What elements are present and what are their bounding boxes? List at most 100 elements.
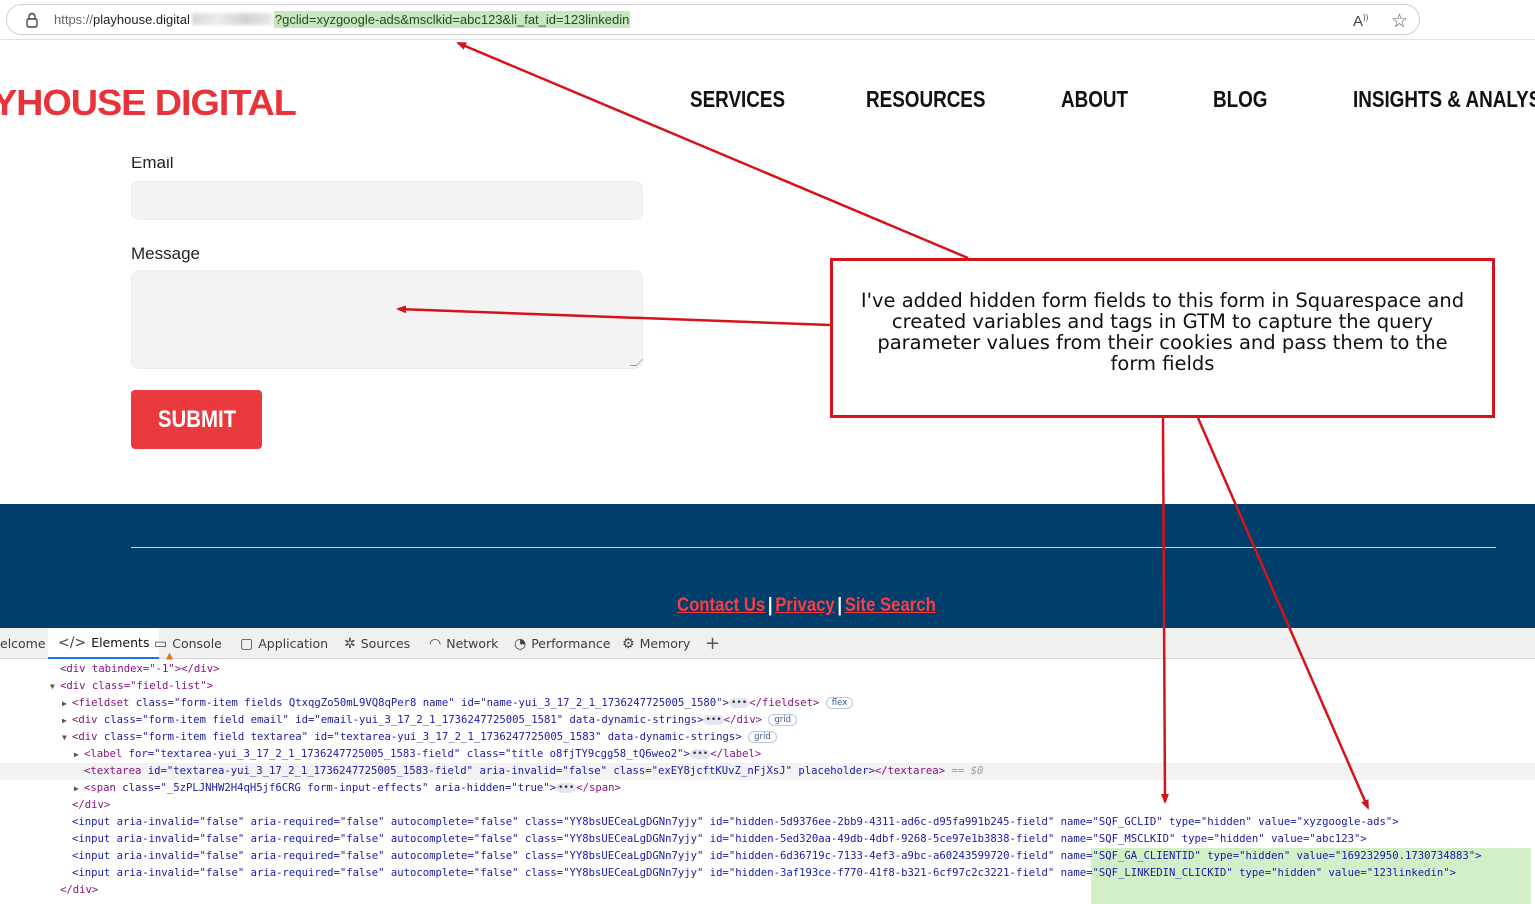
collapse-triangle-icon[interactable]: ▼ — [50, 678, 60, 695]
console-icon: ▭ — [154, 636, 173, 660]
dom-text: <input aria-invalid="false" aria-require… — [72, 867, 1061, 879]
dom-end: </fieldset> — [749, 697, 820, 709]
dom-node[interactable]: ▶ <div class="form-item field email" id="… — [0, 712, 1535, 729]
dom-attrs: class="_5zPLJNHW2H4qH5jf6CRG form-input-… — [115, 782, 556, 794]
expand-triangle-icon[interactable]: ▶ — [74, 780, 84, 797]
dom-highlight-text: name="SQF_GA_CLIENTID" type="hidden" val… — [1060, 850, 1482, 862]
ellipsis-icon[interactable]: ••• — [703, 715, 724, 725]
browser-toolbar: https://playhouse.digital ?gclid=xyzgoogl… — [0, 0, 1535, 40]
dom-end: </textarea> — [874, 765, 946, 777]
dom-attrs: for="textarea-yui_3_17_2_1_1736247725005… — [122, 748, 690, 760]
nav-blog[interactable]: BLOG — [1213, 86, 1267, 113]
tab-application[interactable]: ▢ Application — [240, 628, 328, 659]
tab-memory[interactable]: ⚙ Memory — [622, 628, 690, 659]
grid-badge[interactable]: grid — [768, 714, 798, 726]
dom-node[interactable]: </div> — [0, 882, 1535, 899]
footer-separator: | — [767, 595, 773, 616]
dom-highlight-text: name="SQF_GCLID" type="hidden" value="xy… — [1060, 816, 1399, 828]
ellipsis-icon[interactable]: ••• — [555, 783, 577, 793]
ellipsis-icon[interactable]: ••• — [689, 749, 711, 759]
dom-node[interactable]: ▼ <div class="field-list"> — [0, 678, 1535, 695]
gauge-icon: ◔ — [514, 635, 527, 652]
dom-node[interactable]: ▶ <label for="textarea-yui_3_17_2_1_17362… — [0, 746, 1535, 763]
footer-link-site-search[interactable]: Site Search — [845, 595, 936, 616]
dom-end: </label> — [710, 748, 762, 760]
address-bar[interactable]: https://playhouse.digital ?gclid=xyzgoogl… — [6, 4, 1420, 35]
dom-text: <input aria-invalid="false" aria-require… — [72, 850, 1061, 862]
tab-welcome-label: elcome — [0, 636, 46, 651]
dom-attrs: id="textarea-yui_3_17_2_1_1736247725005_… — [141, 765, 875, 777]
dom-node-hidden-input[interactable]: <input aria-invalid="false" aria-require… — [0, 848, 1535, 865]
footer-link-contact[interactable]: Contact Us — [677, 595, 765, 616]
collapse-triangle-icon[interactable]: ▼ — [62, 729, 72, 746]
dom-node[interactable]: <div tabindex="-1"></div> — [0, 661, 1535, 678]
flex-badge[interactable]: flex — [825, 697, 854, 709]
dom-node-hidden-input[interactable]: <input aria-invalid="false" aria-require… — [0, 831, 1535, 848]
dom-tag: <div — [72, 714, 98, 726]
nav-resources[interactable]: RESOURCES — [866, 86, 985, 113]
dom-text: <input aria-invalid="false" aria-require… — [72, 816, 1061, 828]
dom-text: <input aria-invalid="false" aria-require… — [72, 833, 1061, 845]
favorite-star-icon[interactable]: ☆ — [1391, 10, 1408, 33]
tab-performance[interactable]: ◔ Performance — [514, 628, 610, 659]
dom-node-selected[interactable]: <textarea id="textarea-yui_3_17_2_1_1736… — [0, 763, 1535, 780]
tab-network-label: Network — [446, 636, 499, 651]
email-field[interactable] — [131, 181, 643, 220]
message-textarea[interactable] — [131, 270, 644, 369]
annotation-text: I've added hidden form fields to this fo… — [860, 289, 1465, 375]
expand-triangle-icon[interactable]: ▶ — [62, 695, 72, 712]
nav-about[interactable]: ABOUT — [1061, 86, 1128, 113]
tab-welcome[interactable]: elcome — [0, 628, 46, 659]
dom-attrs: class="form-item fields QtxqgZo50mL9VQ8q… — [129, 697, 729, 709]
nav-services[interactable]: SERVICES — [690, 86, 785, 113]
dom-node[interactable]: ▼ <div class="form-item field textarea" i… — [0, 729, 1535, 746]
read-aloud-icon[interactable]: A)) — [1353, 13, 1368, 30]
dom-tag: <div — [72, 731, 98, 743]
footer-link-privacy[interactable]: Privacy — [775, 595, 835, 616]
tab-elements-label: Elements — [91, 635, 150, 650]
wifi-icon: ◠ — [429, 635, 442, 652]
devtools-tab-bar: elcome </> Elements ▭ Console ▢ Application… — [0, 628, 1535, 660]
dom-node[interactable]: ▶ <fieldset class="form-item fields Qtxqg… — [0, 695, 1535, 712]
grid-badge[interactable]: grid — [748, 731, 777, 743]
tab-sources-label: Sources — [360, 636, 411, 651]
warning-badge-icon — [166, 652, 173, 660]
submit-button[interactable]: SUBMIT — [131, 390, 262, 449]
tab-console[interactable]: ▭ Console — [154, 628, 222, 660]
expand-triangle-icon[interactable]: ▶ — [74, 746, 84, 763]
dom-node-hidden-input[interactable]: <input aria-invalid="false" aria-require… — [0, 865, 1535, 882]
tab-application-label: Application — [258, 636, 329, 651]
tab-elements[interactable]: </> Elements — [48, 628, 160, 659]
url-scheme: https:// — [54, 12, 94, 27]
tab-memory-label: Memory — [639, 636, 691, 651]
tab-performance-label: Performance — [531, 636, 611, 651]
dom-highlight-text: name="SQF_LINKEDIN_CLICKID" type="hidden… — [1060, 867, 1457, 879]
ellipsis-icon[interactable]: ••• — [728, 698, 750, 708]
redacted-url-path — [191, 13, 272, 25]
dom-highlight-text: name="SQF_MSCLKID" type="hidden" value="… — [1060, 833, 1367, 845]
add-tab-button[interactable]: + — [705, 628, 720, 659]
dom-tag: <textarea — [84, 765, 142, 777]
dom-text: </div> — [72, 799, 111, 811]
expand-triangle-icon[interactable]: ▶ — [62, 712, 72, 729]
dom-node-hidden-input[interactable]: <input aria-invalid="false" aria-require… — [0, 814, 1535, 831]
resize-handle-icon[interactable] — [629, 359, 644, 366]
url-text[interactable]: https://playhouse.digital ?gclid=xyzgoogl… — [54, 11, 631, 28]
dom-end: </span> — [576, 782, 621, 794]
message-label: Message — [131, 244, 200, 263]
tab-sources[interactable]: ✲ Sources — [344, 628, 410, 659]
email-label: Email — [131, 157, 174, 171]
application-icon: ▢ — [240, 635, 254, 652]
tab-network[interactable]: ◠ Network — [429, 628, 498, 659]
site-logo[interactable]: YHOUSE DIGITAL — [0, 82, 297, 124]
dom-node[interactable]: ▶ <span class="_5zPLJNHW2H4qH5jf6CRG form… — [0, 780, 1535, 797]
devtools-panel: elcome </> Elements ▭ Console ▢ Application… — [0, 628, 1535, 904]
footer-links: Contact Us | Privacy | Site Search — [677, 595, 936, 617]
dom-tag: <label — [84, 748, 123, 760]
lock-icon[interactable] — [24, 11, 40, 29]
dom-attrs: class="form-item field textarea" id="tex… — [97, 731, 742, 743]
tab-console-label: Console — [172, 636, 222, 651]
dom-node[interactable]: </div> — [0, 797, 1535, 814]
dom-text: </div> — [60, 884, 99, 896]
nav-insights[interactable]: INSIGHTS & ANALYSIS — [1353, 86, 1535, 113]
